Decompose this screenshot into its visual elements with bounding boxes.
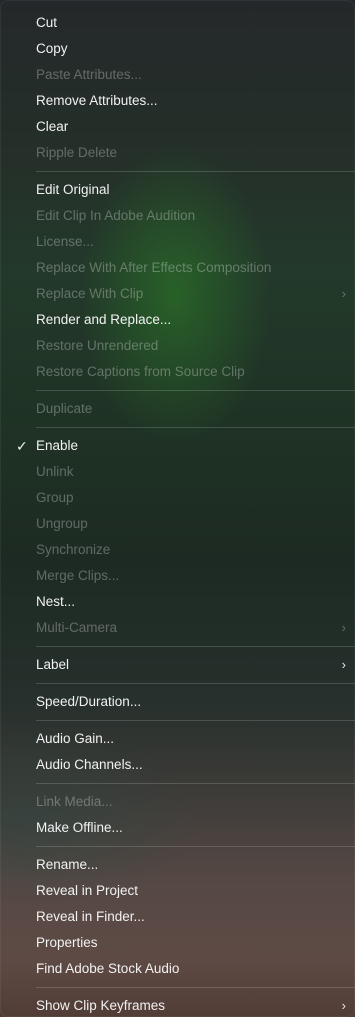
menu-item-label: Group bbox=[36, 490, 74, 505]
menu-item-label: Cut bbox=[36, 15, 58, 30]
menu-item-rename[interactable]: Rename... bbox=[0, 852, 355, 878]
menu-item-label: Edit Original bbox=[36, 182, 110, 197]
menu-item-label: Ripple Delete bbox=[36, 145, 118, 160]
menu-item-show-clip-keyframes[interactable]: Show Clip Keyframes › bbox=[0, 993, 355, 1017]
menu-item-replace-with-after-effects-composition: Replace With After Effects Composition bbox=[0, 255, 355, 281]
menu-item-license: License... bbox=[0, 229, 355, 255]
menu-separator bbox=[36, 427, 355, 428]
menu-item-label: Audio Channels... bbox=[36, 757, 143, 772]
menu-item-unlink: Unlink bbox=[0, 459, 355, 485]
menu-item-label: Render and Replace... bbox=[36, 312, 172, 327]
menu-item-copy[interactable]: Copy bbox=[0, 36, 355, 62]
menu-item-edit-original[interactable]: Edit Original bbox=[0, 177, 355, 203]
menu-item-label: Rename... bbox=[36, 857, 99, 872]
menu-item-label: License... bbox=[36, 234, 94, 249]
menu-item-merge-clips: Merge Clips... bbox=[0, 563, 355, 589]
menu-item-audio-channels[interactable]: Audio Channels... bbox=[0, 752, 355, 778]
menu-item-label: Show Clip Keyframes bbox=[36, 998, 166, 1013]
menu-item-remove-attributes[interactable]: Remove Attributes... bbox=[0, 88, 355, 114]
menu-item-label: Speed/Duration... bbox=[36, 694, 142, 709]
menu-item-label[interactable]: Label › bbox=[0, 652, 355, 678]
menu-item-label: Reveal in Project bbox=[36, 883, 139, 898]
menu-separator bbox=[36, 987, 355, 988]
chevron-right-icon: › bbox=[341, 998, 346, 1013]
menu-item-label: Enable bbox=[36, 438, 79, 453]
menu-item-label: Multi-Camera bbox=[36, 620, 118, 635]
menu-separator bbox=[36, 683, 355, 684]
chevron-right-icon: › bbox=[341, 286, 346, 301]
menu-separator bbox=[36, 171, 355, 172]
menu-item-label: Duplicate bbox=[36, 401, 93, 416]
menu-item-audio-gain[interactable]: Audio Gain... bbox=[0, 726, 355, 752]
menu-item-label: Paste Attributes... bbox=[36, 67, 142, 82]
menu-item-cut[interactable]: Cut bbox=[0, 10, 355, 36]
menu-item-group: Group bbox=[0, 485, 355, 511]
menu-item-ripple-delete: Ripple Delete bbox=[0, 140, 355, 166]
clip-context-menu: Cut Copy Paste Attributes... Remove Attribu… bbox=[0, 0, 355, 1017]
menu-item-label: Replace With After Effects Composition bbox=[36, 260, 272, 275]
menu-item-label: Edit Clip In Adobe Audition bbox=[36, 208, 196, 223]
menu-item-label: Clear bbox=[36, 119, 69, 134]
menu-item-enable[interactable]: ✓ Enable bbox=[0, 433, 355, 459]
menu-item-label: Unlink bbox=[36, 464, 74, 479]
menu-item-label: Ungroup bbox=[36, 516, 88, 531]
menu-item-duplicate: Duplicate bbox=[0, 396, 355, 422]
menu-item-reveal-in-project[interactable]: Reveal in Project bbox=[0, 878, 355, 904]
menu-separator bbox=[36, 720, 355, 721]
menu-item-label: Remove Attributes... bbox=[36, 93, 158, 108]
menu-item-ungroup: Ungroup bbox=[0, 511, 355, 537]
menu-item-label: Properties bbox=[36, 935, 98, 950]
checkmark-icon: ✓ bbox=[16, 438, 28, 454]
menu-item-nest[interactable]: Nest... bbox=[0, 589, 355, 615]
menu-item-make-offline[interactable]: Make Offline... bbox=[0, 815, 355, 841]
menu-item-link-media: Link Media... bbox=[0, 789, 355, 815]
menu-item-replace-with-clip: Replace With Clip › bbox=[0, 281, 355, 307]
menu-item-label: Make Offline... bbox=[36, 820, 123, 835]
menu-item-label: Copy bbox=[36, 41, 68, 56]
menu-item-properties[interactable]: Properties bbox=[0, 930, 355, 956]
menu-item-label: Synchronize bbox=[36, 542, 111, 557]
menu-separator bbox=[36, 646, 355, 647]
menu-item-label: Reveal in Finder... bbox=[36, 909, 145, 924]
menu-item-paste-attributes: Paste Attributes... bbox=[0, 62, 355, 88]
menu-item-label: Link Media... bbox=[36, 794, 113, 809]
menu-item-synchronize: Synchronize bbox=[0, 537, 355, 563]
menu-separator bbox=[36, 846, 355, 847]
menu-item-reveal-in-finder[interactable]: Reveal in Finder... bbox=[0, 904, 355, 930]
menu-item-render-and-replace[interactable]: Render and Replace... bbox=[0, 307, 355, 333]
menu-item-label: Label bbox=[36, 657, 70, 672]
menu-item-clear[interactable]: Clear bbox=[0, 114, 355, 140]
menu-item-restore-captions-from-source-clip: Restore Captions from Source Clip bbox=[0, 359, 355, 385]
menu-item-label: Find Adobe Stock Audio bbox=[36, 961, 180, 976]
menu-item-label: Nest... bbox=[36, 594, 76, 609]
menu-item-multi-camera: Multi-Camera › bbox=[0, 615, 355, 641]
menu-separator bbox=[36, 783, 355, 784]
menu-item-label: Merge Clips... bbox=[36, 568, 120, 583]
chevron-right-icon: › bbox=[341, 620, 346, 635]
menu-item-find-adobe-stock-audio[interactable]: Find Adobe Stock Audio bbox=[0, 956, 355, 982]
menu-item-speed-duration[interactable]: Speed/Duration... bbox=[0, 689, 355, 715]
menu-item-label: Restore Captions from Source Clip bbox=[36, 364, 245, 379]
menu-item-restore-unrendered: Restore Unrendered bbox=[0, 333, 355, 359]
menu-item-label: Replace With Clip bbox=[36, 286, 144, 301]
menu-item-label: Restore Unrendered bbox=[36, 338, 159, 353]
menu-separator bbox=[36, 390, 355, 391]
chevron-right-icon: › bbox=[341, 657, 346, 672]
menu-item-edit-clip-in-adobe-audition: Edit Clip In Adobe Audition bbox=[0, 203, 355, 229]
menu-item-label: Audio Gain... bbox=[36, 731, 115, 746]
